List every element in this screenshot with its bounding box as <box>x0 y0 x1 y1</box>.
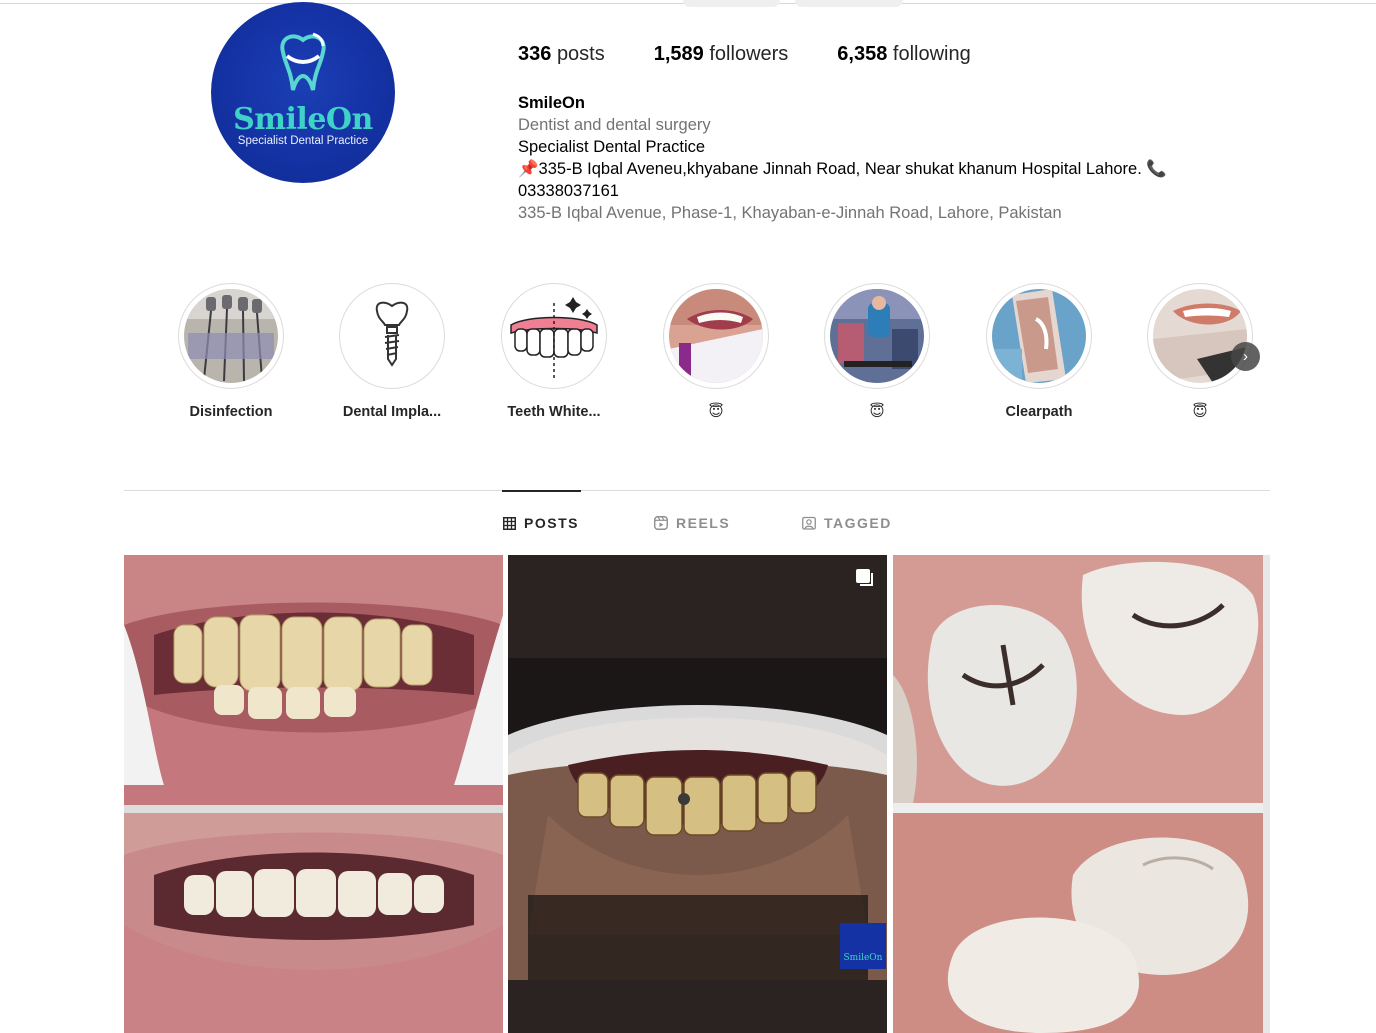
highlight-ring <box>501 283 607 389</box>
dental-tools-photo-icon <box>184 289 278 383</box>
top-button-edge[interactable] <box>683 0 780 7</box>
profile-bio: SmileOn Dentist and dental surgery Speci… <box>518 92 1218 224</box>
following-count[interactable]: 6,358 following <box>837 43 970 66</box>
tab-label: POSTS <box>524 515 579 531</box>
decayed-teeth-photo: SmileOn <box>508 555 887 1033</box>
highlight-ring <box>824 283 930 389</box>
tab-reels[interactable]: REELS <box>654 515 730 531</box>
tab-label: TAGGED <box>824 515 892 531</box>
post-tile-molar-filling[interactable] <box>893 555 1270 1033</box>
highlight-ring <box>178 283 284 389</box>
teeth-whitening-icon <box>507 289 601 383</box>
active-tab-indicator <box>502 490 581 492</box>
tabs-divider <box>124 490 1270 491</box>
highlight-dental-implants[interactable]: Dental Impla... <box>338 283 446 420</box>
chevron-right-icon[interactable]: › <box>1231 342 1260 371</box>
bio-phone-line: 03338037161 <box>518 182 619 200</box>
reels-icon <box>654 516 668 530</box>
highlight-ring <box>986 283 1092 389</box>
molar-filling-photo <box>893 555 1270 1033</box>
implant-icon <box>345 289 439 383</box>
highlight-label: 😇 <box>708 404 724 420</box>
aligner-box-photo-icon <box>992 289 1086 383</box>
followers-count[interactable]: 1,589 followers <box>654 43 789 66</box>
avatar-brand: SmileOn <box>233 102 373 137</box>
post-watermark: SmileOn <box>844 953 883 963</box>
profile-address-link[interactable]: 335-B Iqbal Avenue, Phase-1, Khayaban-e-… <box>518 202 1218 224</box>
tab-posts[interactable]: POSTS <box>503 515 579 531</box>
tooth-logo-icon <box>280 32 326 91</box>
highlight-label: Teeth White... <box>507 404 601 420</box>
profile-avatar[interactable]: SmileOn Specialist Dental Practice <box>211 2 395 183</box>
avatar-tagline: Specialist Dental Practice <box>237 135 369 147</box>
highlight-ring <box>339 283 445 389</box>
highlight-label: 😇 <box>1192 404 1208 420</box>
smile-photo <box>124 555 503 1033</box>
posts-count[interactable]: 336 posts <box>518 43 605 66</box>
top-button-edge[interactable] <box>795 0 903 7</box>
profile-stats: 336 posts 1,589 followers 6,358 followin… <box>518 43 1020 66</box>
clinic-photo-icon <box>830 289 924 383</box>
tab-tagged[interactable]: TAGGED <box>802 515 892 531</box>
grid-icon <box>503 516 516 530</box>
highlight-clearpath[interactable]: Clearpath <box>985 283 1093 420</box>
highlight-smile[interactable]: 😇 <box>662 283 770 420</box>
profile-name: SmileOn <box>518 94 585 112</box>
profile-category: Dentist and dental surgery <box>518 116 711 134</box>
tagged-icon <box>802 516 816 530</box>
bio-line: Specialist Dental Practice <box>518 138 706 156</box>
highlight-ring <box>663 283 769 389</box>
highlight-disinfection[interactable]: Disinfection <box>177 283 285 420</box>
post-tile-decayed-teeth[interactable]: SmileOn <box>508 555 887 1033</box>
highlight-label: 😇 <box>869 404 885 420</box>
highlight-label: Disinfection <box>189 404 273 420</box>
highlight-teeth-whitening[interactable]: Teeth White... <box>500 283 608 420</box>
highlight-label: Dental Impla... <box>342 404 442 420</box>
tab-label: REELS <box>676 515 731 531</box>
highlight-label: Clearpath <box>1005 404 1073 420</box>
aligner-photo-icon <box>1153 289 1247 383</box>
smile-photo-icon <box>669 289 763 383</box>
post-tile-before-after-smile[interactable] <box>124 555 503 1033</box>
bio-address-line: 📌335-B Iqbal Aveneu,khyabane Jinnah Road… <box>518 160 1167 178</box>
highlight-clinic[interactable]: 😇 <box>823 283 931 420</box>
highlight-ring <box>1147 283 1253 389</box>
